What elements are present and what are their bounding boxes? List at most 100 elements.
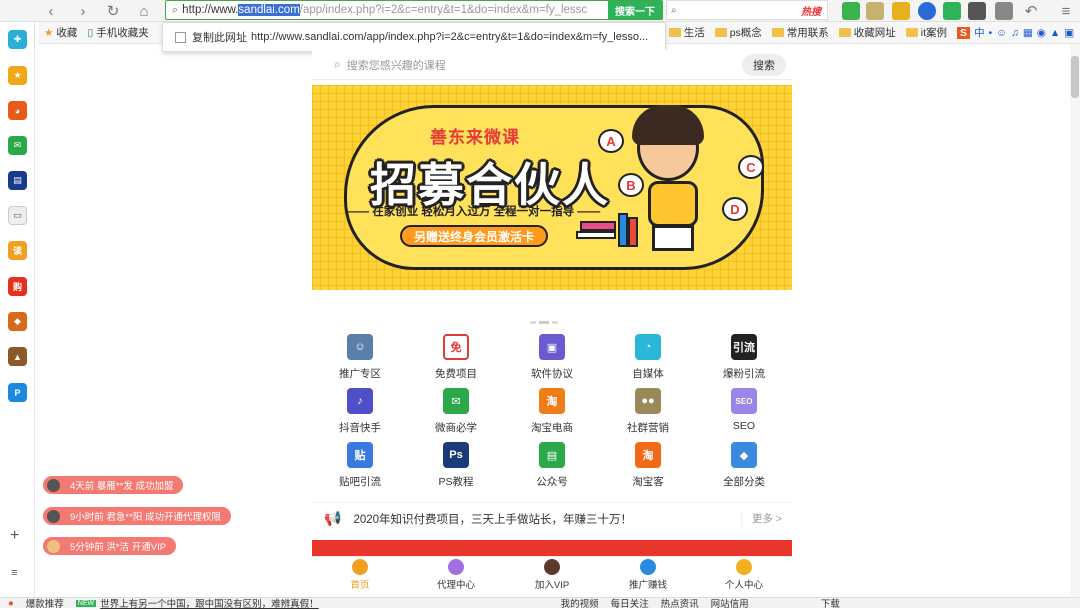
- document-icon[interactable]: ▭: [8, 206, 27, 225]
- menu-icon[interactable]: ≡: [1055, 1, 1077, 21]
- p-app-icon[interactable]: P: [8, 383, 27, 402]
- course-search-input[interactable]: 搜索您感兴趣的课程: [347, 57, 446, 73]
- grid-menu-icon[interactable]: [995, 2, 1013, 20]
- category-icon: 贴: [347, 442, 373, 468]
- folder-icon: [714, 28, 727, 37]
- refresh-icon[interactable]: ↻: [102, 1, 124, 21]
- novel-icon[interactable]: 读: [8, 241, 27, 260]
- bookmark-favorites[interactable]: ★ 收藏: [44, 25, 77, 40]
- bubble-b: B: [618, 173, 644, 197]
- plus-app-icon[interactable]: ✚: [8, 30, 27, 49]
- folder-icon: [771, 28, 784, 37]
- course-search-button[interactable]: 搜索: [742, 53, 786, 76]
- bookmark-life[interactable]: 生活: [668, 25, 705, 40]
- category-item[interactable]: ◔ 自媒体: [600, 334, 696, 388]
- undo-icon[interactable]: ↶: [1020, 1, 1042, 21]
- url-search-button[interactable]: 搜索一下: [608, 1, 662, 19]
- new-badge: NEW: [75, 599, 97, 607]
- game-icon[interactable]: [892, 2, 910, 20]
- category-item[interactable]: ●● 社群营销: [600, 388, 696, 442]
- weibo-icon[interactable]: ◕: [8, 101, 27, 120]
- nav-label: 首页: [350, 580, 370, 591]
- add-icon[interactable]: +: [10, 527, 19, 545]
- nav-icon: [736, 559, 752, 575]
- category-item[interactable]: SEO SEO: [696, 388, 792, 442]
- bookmark-ps[interactable]: ps概念: [714, 25, 762, 40]
- image-icon[interactable]: [866, 2, 884, 20]
- star-app-icon[interactable]: ★: [8, 66, 27, 85]
- game-app-icon[interactable]: ◆: [8, 312, 27, 331]
- copy-url-checkbox[interactable]: [175, 31, 186, 43]
- bottom-nav-item[interactable]: 推广赚钱: [600, 557, 696, 593]
- bottom-nav-item[interactable]: 代理中心: [408, 557, 504, 593]
- shop-icon[interactable]: 购: [8, 277, 27, 296]
- category-item[interactable]: 引流 爆粉引流: [696, 334, 792, 388]
- bottom-nav-item[interactable]: 首页: [312, 557, 408, 593]
- magnifier-icon[interactable]: [918, 2, 936, 20]
- nav-label: 推广赚钱: [628, 580, 667, 591]
- category-label: 免费项目: [435, 368, 477, 380]
- bubble-a: A: [598, 129, 624, 153]
- engine-search-input[interactable]: ⌕ 热搜: [666, 0, 828, 20]
- back-icon[interactable]: ‹: [40, 1, 62, 21]
- url-dropdown[interactable]: 复制此网址 http://www.sandlai.com/app/index.p…: [162, 22, 666, 52]
- folder-icon: [838, 28, 851, 37]
- category-item[interactable]: 淘淘宝电商: [504, 388, 600, 442]
- category-item[interactable]: ✉ 微商必学: [408, 388, 504, 442]
- category-label: 贴吧引流: [339, 476, 381, 488]
- banner-brand: 善东来微课: [430, 128, 520, 147]
- banner-subline: —— 在家创业 轻松月入过万 全程一对一指导 ——: [346, 206, 601, 218]
- fire-icon: ●: [8, 597, 14, 609]
- category-label: 软件协议: [531, 368, 573, 380]
- category-label: 微商必学: [435, 422, 477, 434]
- bookmark-common[interactable]: 常用联系: [771, 25, 829, 40]
- bookmark-itcase[interactable]: it案例: [905, 25, 947, 40]
- extension-icon[interactable]: [842, 2, 860, 20]
- hot-search-label[interactable]: 热搜: [801, 3, 827, 18]
- category-item[interactable]: ▣ 软件协议: [504, 334, 600, 388]
- category-icon: ◔: [635, 334, 661, 360]
- category-item[interactable]: Ps PS教程: [408, 442, 504, 496]
- bottom-nav-item[interactable]: 个人中心: [696, 557, 792, 593]
- notice-more-link[interactable]: 更多 >: [740, 511, 782, 526]
- category-item[interactable]: ▤ 公众号: [504, 442, 600, 496]
- list-icon[interactable]: ≡: [11, 567, 17, 579]
- address-bar[interactable]: ⌕ http://www.sandlai.com/app/index.php?i…: [165, 0, 663, 20]
- star-icon: ★: [44, 26, 54, 39]
- category-item[interactable]: 免免费项目: [408, 334, 504, 388]
- category-item[interactable]: 贴贴吧引流: [312, 442, 408, 496]
- news-app-icon[interactable]: ▤: [8, 171, 27, 190]
- category-item[interactable]: ☺ 推广专区: [312, 334, 408, 388]
- carousel-dots[interactable]: [530, 313, 570, 324]
- nav-icon: [544, 559, 560, 575]
- bookmark-mobile[interactable]: ▯ 手机收藏夹: [87, 25, 148, 40]
- phone-icon: ▯: [87, 26, 94, 39]
- mail-icon[interactable]: ✉: [8, 136, 27, 155]
- forward-icon[interactable]: ›: [72, 1, 94, 21]
- nav-label: 个人中心: [724, 580, 763, 591]
- bottom-nav: 首页 代理中心 加入VIP 推广赚钱 个人中心: [312, 556, 792, 593]
- promo-strip[interactable]: [312, 540, 792, 556]
- recruitment-banner[interactable]: 善东来微课 招募合伙人 —— 在家创业 轻松月入过万 全程一对一指导 —— 另赠…: [312, 85, 792, 290]
- purchase-toast: 4天前 暴雁**发 成功加盟: [43, 476, 184, 494]
- bottom-nav-item[interactable]: 加入VIP: [504, 557, 600, 593]
- bookmark-saved[interactable]: 收藏网址: [838, 25, 896, 40]
- url-input[interactable]: http://www.sandlai.com/app/index.php?i=2…: [178, 4, 608, 16]
- chat-icon[interactable]: [943, 2, 961, 20]
- copy-url-label: 复制此网址: [192, 32, 247, 44]
- ime-toolbar[interactable]: S 中•☺♫▦◉▲▣: [957, 25, 1078, 40]
- page-scrollbar[interactable]: [1070, 44, 1080, 597]
- scrollbar-thumb[interactable]: [1071, 56, 1079, 98]
- category-item[interactable]: 淘淘宝客: [600, 442, 696, 496]
- avatar: [47, 509, 60, 523]
- strategy-game-icon[interactable]: ▲: [8, 347, 27, 366]
- search-icon: ⌕: [334, 57, 341, 71]
- category-grid: ☺ 推广专区免免费项目 ▣ 软件协议 ◔ 自媒体 引流 爆粉引流 ♪ 抖音快手 ✉ 微商必学淘淘宝电商…: [312, 324, 792, 498]
- kid-body: [648, 181, 698, 227]
- home-icon[interactable]: ⌂: [133, 1, 155, 21]
- notice-bar[interactable]: 📢 2020年知识付费项目，三天上手做站长，年赚三十万！ 更多 >: [312, 502, 792, 534]
- category-item[interactable]: ♪ 抖音快手: [312, 388, 408, 442]
- screenshot-icon[interactable]: [968, 2, 986, 20]
- category-item[interactable]: ◆ 全部分类: [696, 442, 792, 496]
- category-icon: 引流: [731, 334, 757, 360]
